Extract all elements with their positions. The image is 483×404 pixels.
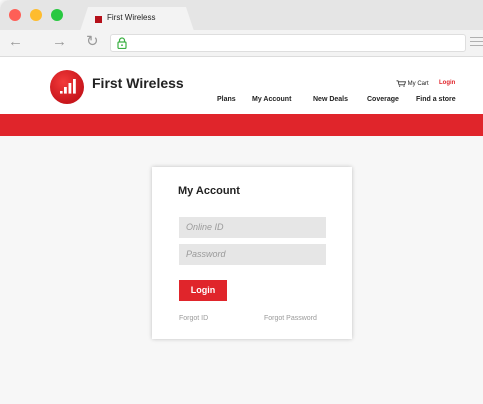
brand-name: First Wireless xyxy=(92,75,184,91)
tab-title: First Wireless xyxy=(107,13,156,22)
maximize-window-button[interactable] xyxy=(51,9,63,21)
browser-toolbar: ← → ↻ xyxy=(0,30,483,57)
logo[interactable] xyxy=(50,70,84,104)
nav-find-a-store[interactable]: Find a store xyxy=(416,96,456,103)
nav-coverage[interactable]: Coverage xyxy=(367,96,399,103)
close-window-button[interactable] xyxy=(9,9,21,21)
nav-my-account[interactable]: My Account xyxy=(252,96,291,103)
minimize-window-button[interactable] xyxy=(30,9,42,21)
site-header: First Wireless My Cart Login Plans My Ac… xyxy=(0,57,483,114)
my-cart-link[interactable]: My Cart xyxy=(396,80,429,87)
menu-icon[interactable] xyxy=(470,37,483,49)
cart-icon xyxy=(396,80,406,87)
login-card: My Account Online ID Password Login Forg… xyxy=(152,167,352,339)
tab-strip: First Wireless xyxy=(0,0,483,30)
browser-window: First Wireless ← → ↻ First Wireless My C… xyxy=(0,0,483,404)
forward-arrow-icon[interactable]: → xyxy=(52,34,67,50)
address-bar[interactable] xyxy=(110,34,466,52)
red-banner xyxy=(0,114,483,136)
login-card-title: My Account xyxy=(178,185,240,197)
login-button[interactable]: Login xyxy=(179,280,227,301)
web-page: First Wireless My Cart Login Plans My Ac… xyxy=(0,57,483,404)
forgot-id-link[interactable]: Forgot ID xyxy=(179,315,208,322)
nav-plans[interactable]: Plans xyxy=(217,96,236,103)
browser-tab[interactable]: First Wireless xyxy=(80,7,194,31)
reload-icon[interactable]: ↻ xyxy=(86,34,99,50)
nav-new-deals[interactable]: New Deals xyxy=(313,96,348,103)
favicon-icon xyxy=(95,16,102,23)
online-id-input[interactable]: Online ID xyxy=(179,217,326,238)
header-login-link[interactable]: Login xyxy=(439,80,455,86)
forgot-password-link[interactable]: Forgot Password xyxy=(264,315,317,322)
back-arrow-icon[interactable]: ← xyxy=(8,34,23,50)
signal-bars-icon xyxy=(60,79,76,94)
lock-icon xyxy=(117,37,127,49)
my-cart-label: My Cart xyxy=(407,81,429,88)
password-input[interactable]: Password xyxy=(179,244,326,265)
